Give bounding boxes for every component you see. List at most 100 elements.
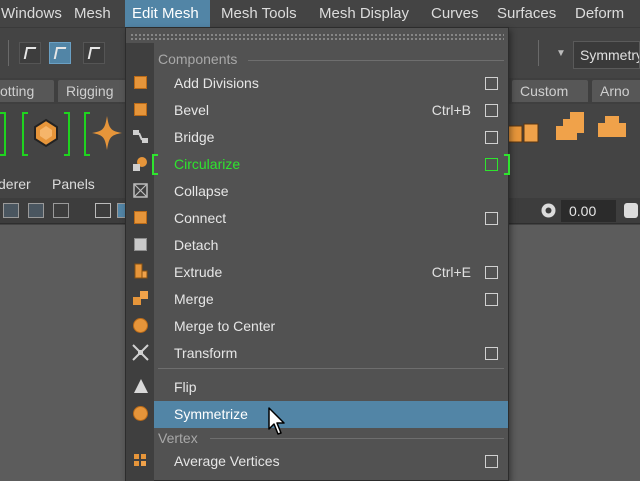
menu-item-label: Circularize: [174, 156, 241, 172]
image-plane-icon[interactable]: [28, 203, 44, 218]
exposure-value-field[interactable]: 0.00: [561, 200, 616, 222]
option-box-icon[interactable]: [485, 212, 498, 225]
bridge-icon: [132, 128, 149, 145]
menu-surfaces[interactable]: Surfaces: [490, 0, 563, 27]
detach-icon: [132, 236, 149, 253]
menu-item-average-vertices[interactable]: Average Vertices: [154, 448, 508, 475]
cube-pair-icon[interactable]: [506, 118, 542, 148]
transform-icon: [132, 344, 149, 361]
menu-divider: [158, 368, 504, 369]
wireframe-cube-icon[interactable]: [95, 203, 111, 218]
grid-faces-icon[interactable]: [556, 112, 584, 140]
menu-item-circularize[interactable]: Circularize: [152, 151, 510, 178]
merge-icon: [132, 290, 149, 307]
menu-item-symmetrize[interactable]: Symmetrize: [154, 401, 508, 428]
shelf-bracket-icon: [22, 112, 28, 156]
grid-toggle-icon[interactable]: [3, 203, 19, 218]
menu-item-add-divisions[interactable]: Add Divisions: [154, 70, 508, 97]
shelf-bracket-icon: [84, 112, 90, 156]
menu-mesh[interactable]: Mesh: [67, 0, 118, 27]
bevel-icon: [132, 101, 149, 118]
menu-item-transform[interactable]: Transform: [154, 340, 508, 367]
section-divider: [248, 60, 504, 61]
shelf-bracket-icon: [64, 112, 70, 156]
tab-plotting[interactable]: otting: [0, 80, 54, 102]
option-box-icon[interactable]: [485, 266, 498, 279]
section-vertex: Vertex: [158, 430, 198, 446]
section-divider: [210, 438, 504, 439]
menu-mesh-display[interactable]: Mesh Display: [312, 0, 416, 27]
menu-edit-mesh[interactable]: Edit Mesh: [125, 0, 210, 27]
toolbar-divider: [8, 40, 9, 66]
menu-item-label: Flip: [174, 379, 197, 395]
menu-panels[interactable]: Panels: [52, 176, 95, 192]
menu-item-bridge[interactable]: Bridge: [154, 124, 508, 151]
symmetrize-icon: [132, 405, 149, 422]
menu-item-label: Connect: [174, 210, 227, 226]
menu-item-detach[interactable]: Detach: [154, 232, 508, 259]
menu-item-flip[interactable]: Flip: [154, 374, 508, 401]
menu-item-label: Extrude: [174, 264, 223, 280]
tear-off-handle[interactable]: [130, 33, 504, 41]
collapse-icon: [132, 182, 149, 199]
menu-item-bevel[interactable]: Bevel Ctrl+B: [154, 97, 508, 124]
symmetry-dropdown-arrow-icon[interactable]: ▼: [554, 45, 568, 63]
connect-icon: [132, 209, 149, 226]
option-box-icon[interactable]: [485, 104, 498, 117]
menu-item-connect[interactable]: Connect: [154, 205, 508, 232]
menu-item-label: Add Divisions: [174, 75, 259, 91]
menu-item-label: Symmetrize: [174, 406, 248, 422]
grid-faces-alt-icon[interactable]: [598, 116, 626, 144]
display-toggle-icon[interactable]: [624, 203, 638, 218]
menu-item-label: Collapse: [174, 183, 229, 199]
select-object-icon[interactable]: [49, 42, 71, 64]
menu-item-merge[interactable]: Merge: [154, 286, 508, 313]
menu-item-label: Bridge: [174, 129, 215, 145]
select-hierarchy-icon[interactable]: [19, 42, 41, 64]
toolbar-divider: [538, 40, 539, 66]
tab-rigging[interactable]: Rigging: [58, 80, 128, 102]
circularize-icon: [132, 155, 149, 172]
shelf-marker-bracket-icon: [152, 154, 158, 175]
shelf-marker-bracket-icon: [504, 154, 510, 175]
menu-curves[interactable]: Curves: [424, 0, 486, 27]
menu-item-extrude[interactable]: Extrude Ctrl+E: [154, 259, 508, 286]
aperture-icon[interactable]: [540, 202, 557, 219]
option-box-icon[interactable]: [485, 158, 498, 171]
menu-item-label: Merge to Center: [174, 318, 276, 334]
edit-mesh-dropdown: Components Add Divisions Bevel Ctrl+B Br…: [125, 27, 510, 481]
menu-mesh-tools[interactable]: Mesh Tools: [214, 0, 304, 27]
poly-circle-icon[interactable]: [32, 118, 60, 148]
menu-deform[interactable]: Deform: [568, 0, 631, 27]
shelf-bracket-icon: [0, 112, 6, 156]
menu-item-label: Bevel: [174, 102, 210, 118]
menu-item-label: Merge: [174, 291, 214, 307]
menu-item-label: Detach: [174, 237, 219, 253]
menu-renderer[interactable]: derer: [0, 176, 31, 192]
menu-item-label: Average Vertices: [174, 453, 280, 469]
tab-arnold[interactable]: Arno: [592, 80, 640, 102]
sparkle-tool-icon[interactable]: [92, 116, 122, 150]
tab-custom[interactable]: Custom: [512, 80, 588, 102]
option-box-icon[interactable]: [485, 131, 498, 144]
average-vertices-icon: [132, 452, 149, 469]
menu-bar: Windows Mesh Edit Mesh Mesh Tools Mesh D…: [0, 0, 640, 27]
add-divisions-icon: [132, 74, 149, 91]
text-icon[interactable]: [53, 203, 69, 218]
menu-windows[interactable]: Windows: [0, 0, 69, 27]
section-components: Components: [158, 51, 238, 67]
shortcut-label: Ctrl+E: [431, 264, 471, 280]
menu-item-collapse[interactable]: Collapse: [154, 178, 508, 205]
merge-to-center-icon: [132, 317, 149, 334]
menu-item-merge-to-center[interactable]: Merge to Center: [154, 313, 508, 340]
option-box-icon[interactable]: [485, 77, 498, 90]
option-box-icon[interactable]: [485, 455, 498, 468]
symmetry-dropdown[interactable]: Symmetry: [573, 41, 640, 69]
mouse-cursor-icon: [268, 407, 288, 437]
select-component-icon[interactable]: [83, 42, 105, 64]
option-box-icon[interactable]: [485, 347, 498, 360]
menu-item-label: Transform: [174, 345, 238, 361]
extrude-icon: [132, 263, 149, 280]
option-box-icon[interactable]: [485, 293, 498, 306]
shortcut-label: Ctrl+B: [431, 102, 471, 118]
